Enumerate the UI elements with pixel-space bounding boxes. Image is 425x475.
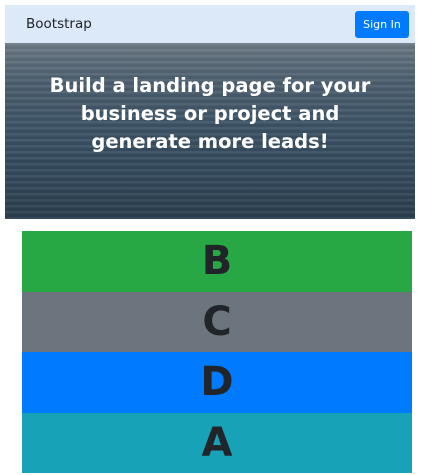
block-b: B — [22, 231, 412, 292]
navbar: Bootstrap Sign In — [5, 5, 415, 43]
hero-headline: Build a landing page for your business o… — [49, 74, 371, 153]
hero-banner: Build a landing page for your business o… — [5, 43, 415, 219]
block-c: C — [22, 291, 412, 352]
letter-blocks: B C D A — [22, 231, 412, 473]
brand-logo[interactable]: Bootstrap — [26, 16, 92, 32]
block-a: A — [22, 412, 412, 473]
sign-in-button[interactable]: Sign In — [355, 10, 409, 38]
block-d: D — [22, 352, 412, 413]
